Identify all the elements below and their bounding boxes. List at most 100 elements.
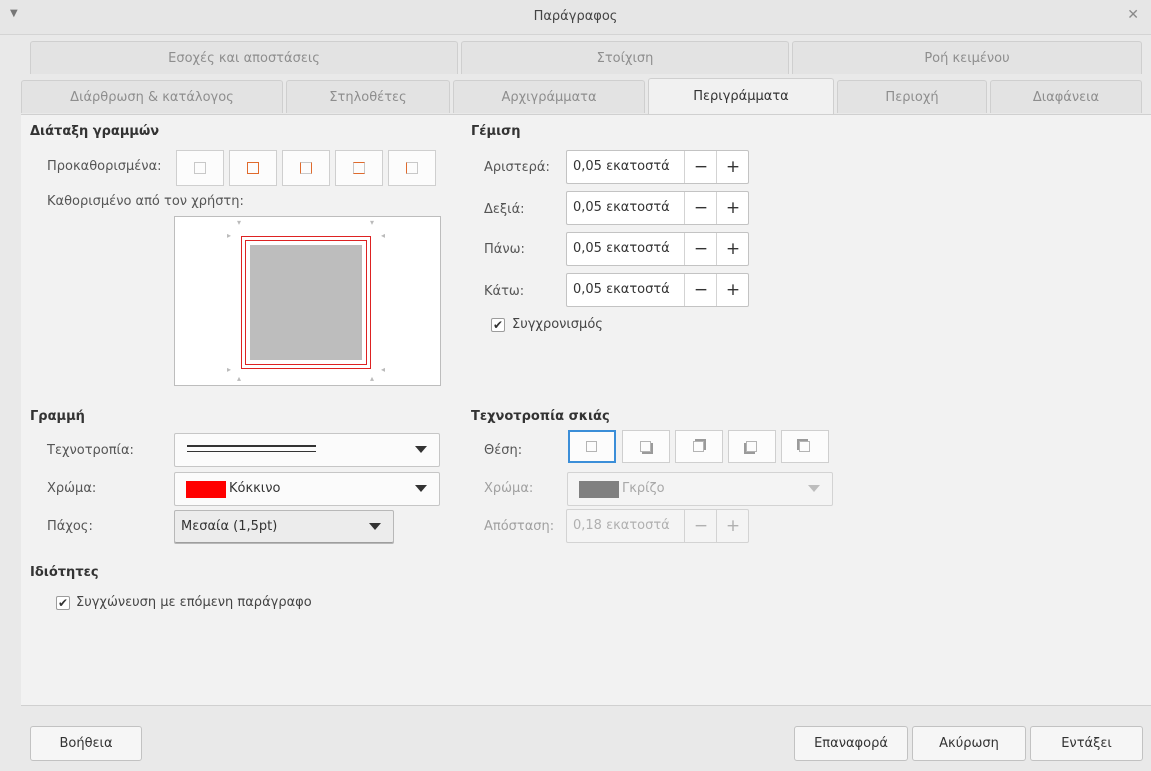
preset-no-borders[interactable] (176, 150, 224, 186)
shadow-style-heading: Τεχνοτροπία σκιάς (471, 409, 610, 424)
tab-drop-caps[interactable]: Αρχιγράμματα (453, 80, 645, 113)
shadow-bottom-left-icon (746, 441, 757, 452)
preset-left-right[interactable] (282, 150, 330, 186)
tab-transparency[interactable]: Διαφάνεια (990, 80, 1142, 113)
synchronize-checkbox[interactable]: ✔ (491, 318, 505, 332)
title-bar: ▼ Παράγραφος ✕ (0, 0, 1151, 35)
close-icon[interactable]: ✕ (1127, 7, 1139, 23)
shadow-color-label: Χρώμα: (484, 481, 534, 496)
tab-tabs[interactable]: Στηλοθέτες (286, 80, 450, 113)
line-arrangement-heading: Διάταξη γραμμών (30, 124, 160, 139)
user-defined-label: Καθορισμένο από τον χρήστη: (47, 194, 244, 209)
tab-borders[interactable]: Περιγράμματα (648, 78, 834, 114)
preset-top-bottom[interactable] (335, 150, 383, 186)
padding-bottom-value[interactable]: 0,05 εκατοστά (573, 282, 670, 297)
shadow-distance-value[interactable]: 0,18 εκατοστά (573, 518, 670, 533)
padding-left-value[interactable]: 0,05 εκατοστά (573, 159, 670, 174)
tab-alignment[interactable]: Στοίχιση (461, 41, 789, 74)
minus-button[interactable]: − (684, 233, 717, 265)
no-shadow-icon (586, 441, 597, 452)
presets-label: Προκαθορισμένα: (47, 159, 162, 174)
chevron-down-icon (369, 523, 381, 530)
corner-marker-icon: ◂ (381, 231, 386, 240)
corner-marker-icon: ▾ (237, 218, 242, 227)
tab-text-flow[interactable]: Ροή κειμένου (792, 41, 1142, 74)
ok-button[interactable]: Εντάξει (1030, 726, 1143, 761)
padding-right-value[interactable]: 0,05 εκατοστά (573, 200, 670, 215)
box-border-icon (247, 162, 259, 174)
line-width-dropdown[interactable]: Μεσαία (1,5pt) (174, 510, 394, 544)
chevron-down-icon (415, 485, 427, 492)
line-width-value: Μεσαία (1,5pt) (181, 519, 278, 534)
shadow-top-left-icon (799, 441, 810, 452)
line-color-dropdown[interactable]: Κόκκινο (174, 472, 440, 506)
synchronize-label: Συγχρονισμός (512, 317, 603, 332)
shadow-top-right-icon (693, 441, 704, 452)
line-heading: Γραμμή (30, 409, 85, 424)
line-color-value: Κόκκινο (229, 481, 281, 496)
line-style-sample-bottom (187, 451, 316, 452)
line-style-dropdown[interactable] (174, 433, 440, 467)
preset-left-only[interactable] (388, 150, 436, 186)
minus-button[interactable]: − (684, 274, 717, 306)
line-color-label: Χρώμα: (47, 481, 97, 496)
padding-right-label: Δεξιά: (484, 202, 525, 217)
no-border-icon (194, 162, 206, 174)
padding-right-spinner[interactable]: 0,05 εκατοστά − + (566, 191, 749, 225)
shadow-distance-label: Απόσταση: (484, 519, 555, 534)
padding-top-value[interactable]: 0,05 εκατοστά (573, 241, 670, 256)
line-width-label: Πάχος: (47, 519, 93, 534)
line-style-sample-top (187, 445, 316, 447)
minus-button[interactable]: − (684, 151, 717, 183)
padding-bottom-spinner[interactable]: 0,05 εκατοστά − + (566, 273, 749, 307)
shadow-top-right-button[interactable] (675, 430, 723, 463)
reset-button[interactable]: Επαναφορά (794, 726, 908, 761)
shadow-position-label: Θέση: (484, 443, 523, 458)
left-border-icon (406, 162, 418, 174)
merge-label: Συγχώνευση με επόμενη παράγραφο (76, 595, 312, 610)
shadow-color-value: Γκρίζο (622, 481, 665, 496)
minus-button[interactable]: − (684, 192, 717, 224)
padding-bottom-label: Κάτω: (484, 284, 525, 299)
left-right-border-icon (300, 162, 312, 174)
padding-left-label: Αριστερά: (484, 160, 550, 175)
padding-top-spinner[interactable]: 0,05 εκατοστά − + (566, 232, 749, 266)
plus-button[interactable]: + (716, 233, 749, 265)
tab-area[interactable]: Περιοχή (837, 80, 987, 113)
shadow-distance-spinner[interactable]: 0,18 εκατοστά − + (566, 509, 749, 543)
preset-box[interactable] (229, 150, 277, 186)
shadow-none-button[interactable] (568, 430, 616, 463)
shadow-bottom-right-button[interactable] (622, 430, 670, 463)
plus-button[interactable]: + (716, 192, 749, 224)
plus-button[interactable]: + (716, 151, 749, 183)
plus-button[interactable]: + (716, 274, 749, 306)
corner-marker-icon: ▸ (227, 365, 232, 374)
tab-indents-spacing[interactable]: Εσοχές και αποστάσεις (30, 41, 458, 74)
plus-button[interactable]: + (716, 510, 749, 542)
tab-outline-list[interactable]: Διάρθρωση & κατάλογος (21, 80, 283, 113)
shadow-top-left-button[interactable] (781, 430, 829, 463)
merge-checkbox[interactable]: ✔ (56, 596, 70, 610)
corner-marker-icon: ▾ (370, 218, 375, 227)
padding-left-spinner[interactable]: 0,05 εκατοστά − + (566, 150, 749, 184)
properties-heading: Ιδιότητες (30, 565, 99, 580)
shadow-color-dropdown[interactable]: Γκρίζο (567, 472, 833, 506)
color-swatch (579, 481, 619, 498)
chevron-down-icon (808, 485, 820, 492)
help-button[interactable]: Βοήθεια (30, 726, 142, 761)
cancel-button[interactable]: Ακύρωση (912, 726, 1026, 761)
padding-top-label: Πάνω: (484, 242, 525, 257)
corner-marker-icon: ▴ (237, 374, 242, 383)
line-style-label: Τεχνοτροπία: (47, 443, 134, 458)
window-title: Παράγραφος (533, 9, 618, 24)
top-bottom-border-icon (353, 162, 365, 174)
preview-paragraph (250, 245, 362, 360)
shadow-bottom-right-icon (640, 441, 651, 452)
padding-heading: Γέμιση (471, 124, 521, 139)
chevron-down-icon (415, 446, 427, 453)
shadow-bottom-left-button[interactable] (728, 430, 776, 463)
minus-button[interactable]: − (684, 510, 717, 542)
border-preview[interactable]: ▸ ▾ ▾ ◂ ▸ ▴ ▴ ◂ (174, 216, 441, 386)
corner-marker-icon: ▴ (370, 374, 375, 383)
color-swatch (186, 481, 226, 498)
